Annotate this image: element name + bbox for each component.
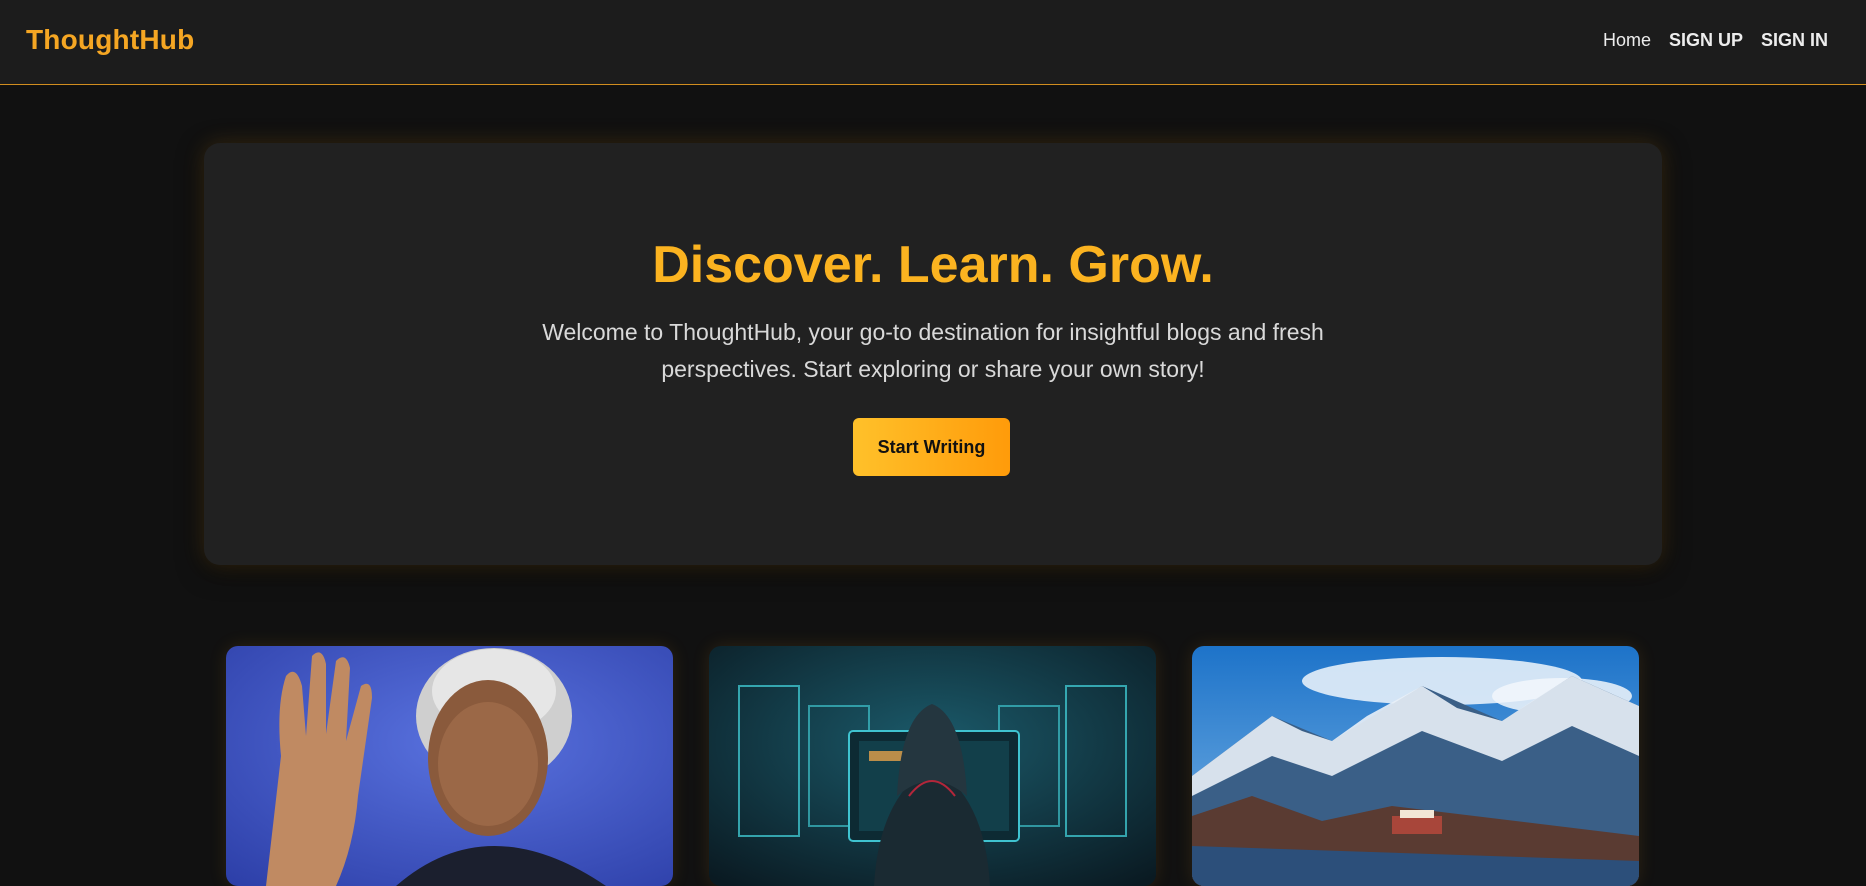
mountain-image [1192, 646, 1639, 886]
portrait-image [226, 646, 673, 886]
blog-card-hacker[interactable] [709, 646, 1156, 886]
nav-sign-in-link[interactable]: SIGN IN [1761, 30, 1828, 51]
start-writing-button[interactable]: Start Writing [853, 418, 1010, 476]
hero-panel: Discover. Learn. Grow. Welcome to Though… [204, 143, 1662, 565]
nav-links: Home SIGN UP SIGN IN [1603, 30, 1828, 51]
nav-home-link[interactable]: Home [1603, 30, 1651, 51]
nav-sign-up-link[interactable]: SIGN UP [1669, 30, 1743, 51]
hero-subtitle: Welcome to ThoughtHub, your go-to destin… [542, 319, 1324, 382]
hacker-image [709, 646, 1156, 886]
hero-title: Discover. Learn. Grow. [652, 236, 1214, 294]
blog-card-grid [226, 646, 1639, 886]
navbar: ThoughtHub Home SIGN UP SIGN IN [0, 0, 1866, 85]
blog-card-mountains[interactable] [1192, 646, 1639, 886]
brand-logo[interactable]: ThoughtHub [26, 24, 194, 56]
blog-card-portrait[interactable] [226, 646, 673, 886]
